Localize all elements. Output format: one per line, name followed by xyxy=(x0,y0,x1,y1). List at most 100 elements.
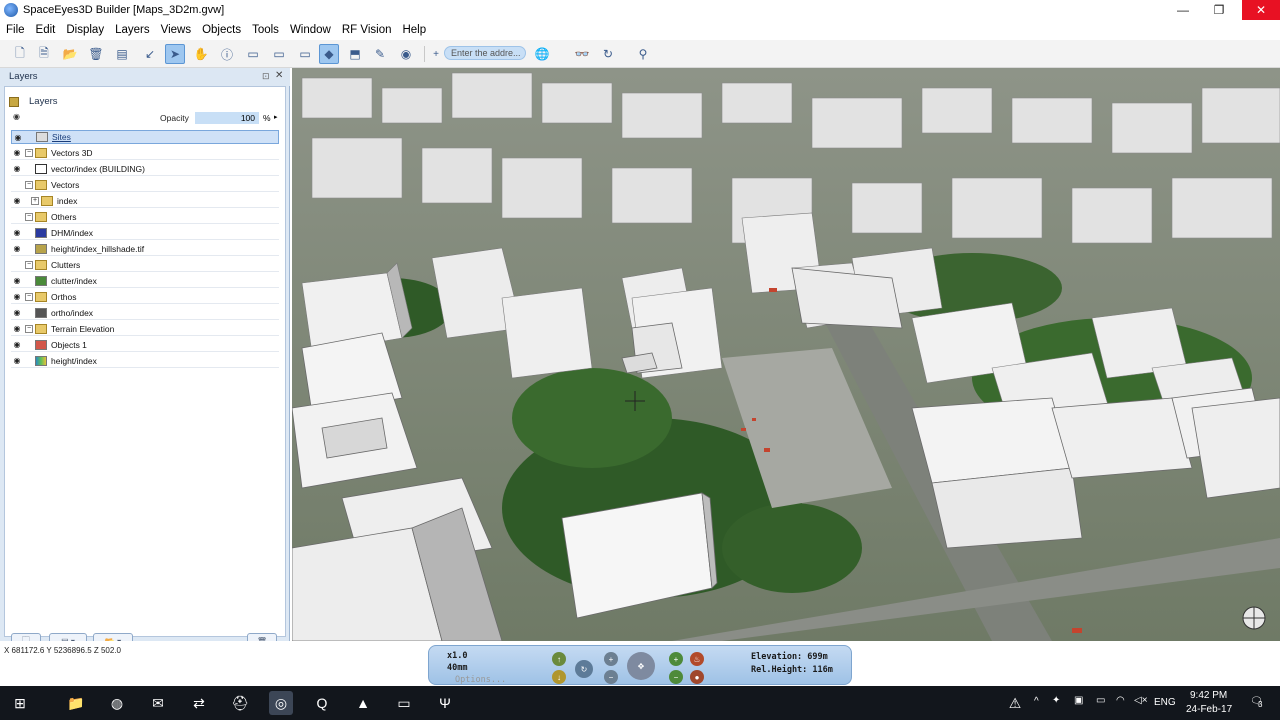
collapse-icon[interactable]: − xyxy=(25,148,33,157)
rotate-down-icon[interactable]: ↓ xyxy=(552,670,566,684)
outlook-icon[interactable]: ✉ xyxy=(146,691,170,715)
view-mode-2-icon[interactable]: ▭ xyxy=(269,44,289,64)
view-mode-3-icon[interactable]: ▭ xyxy=(295,44,315,64)
layer-item-height-index[interactable]: ◉ height/index xyxy=(11,354,279,368)
capture-icon[interactable]: ◉ xyxy=(396,44,416,64)
rotate-up-icon[interactable]: ↑ xyxy=(552,652,566,666)
layer-item-hillshade[interactable]: ◉ height/index_hillshade.tif xyxy=(11,242,279,256)
collapse-icon[interactable]: − xyxy=(25,292,33,301)
collapse-icon[interactable]: − xyxy=(25,180,33,189)
tray-app-icon[interactable]: ▣ xyxy=(1074,695,1083,706)
visibility-eye-icon[interactable]: ◉ xyxy=(11,356,23,365)
visibility-eye-icon[interactable]: ◉ xyxy=(11,164,23,173)
visibility-eye-icon[interactable]: ◉ xyxy=(11,228,23,237)
menu-rf-vision[interactable]: RF Vision xyxy=(342,24,392,36)
app-helmet-icon[interactable]: ⛑ xyxy=(228,691,252,715)
menu-display[interactable]: Display xyxy=(66,24,104,36)
layer-item-dhm[interactable]: ◉ DHM/index xyxy=(11,226,279,240)
view-3d-icon[interactable]: ◆ xyxy=(319,44,339,64)
visibility-eye-icon[interactable]: ◉ xyxy=(11,340,23,349)
window-app-icon[interactable]: ▭ xyxy=(392,691,416,715)
visibility-eye-icon[interactable]: ◉ xyxy=(11,276,23,285)
open-folder-icon[interactable]: 📂 xyxy=(60,44,80,64)
layers-root[interactable]: Layers xyxy=(9,96,58,107)
refresh-icon[interactable]: ↻ xyxy=(598,44,618,64)
zoom-out-icon[interactable]: − xyxy=(604,670,618,684)
pan-hand-icon[interactable]: ✋ xyxy=(191,44,211,64)
tray-chevron-icon[interactable]: ^ xyxy=(1034,696,1039,707)
visibility-eye-icon[interactable]: ◉ xyxy=(11,324,23,333)
visibility-eye-icon[interactable]: ◉ xyxy=(11,244,23,253)
menu-tools[interactable]: Tools xyxy=(252,24,279,36)
visibility-eye-icon[interactable]: ◉ xyxy=(13,112,20,121)
visibility-eye-icon[interactable]: ◉ xyxy=(11,196,23,205)
dropbox-icon[interactable]: ✦ xyxy=(1052,695,1060,706)
trash-icon[interactable]: 🗑 xyxy=(86,44,106,64)
visibility-eye-icon[interactable]: ◉ xyxy=(11,148,23,157)
altitude-up-icon[interactable]: + xyxy=(669,652,683,666)
address-search-input[interactable]: Enter the addre... xyxy=(444,46,526,60)
tilt-icon[interactable]: ↻ xyxy=(575,660,593,678)
layer-item-sites[interactable]: ◉ Sites xyxy=(11,130,279,144)
language-indicator[interactable]: ENG xyxy=(1154,697,1176,708)
opacity-input[interactable]: 100 xyxy=(195,112,259,124)
antenna-icon[interactable]: ⚲ xyxy=(633,44,653,64)
altitude-down-icon[interactable]: − xyxy=(669,670,683,684)
edit-icon[interactable]: ✎ xyxy=(370,44,390,64)
speed-readout[interactable]: x1.0 xyxy=(447,651,467,661)
teamviewer-icon[interactable]: ⇄ xyxy=(187,691,211,715)
add-icon[interactable]: + xyxy=(426,44,446,64)
collapse-icon[interactable]: − xyxy=(25,324,33,333)
menu-edit[interactable]: Edit xyxy=(36,24,56,36)
expand-icon[interactable]: + xyxy=(31,196,39,205)
collapse-icon[interactable]: − xyxy=(25,260,33,269)
opacity-arrow-icon[interactable]: ▸ xyxy=(274,113,278,121)
3d-map-viewport[interactable] xyxy=(292,68,1280,641)
file-explorer-icon[interactable]: 📁 xyxy=(64,691,88,715)
close-button[interactable]: ✕ xyxy=(1242,0,1280,20)
layer-item-clutters[interactable]: − Clutters xyxy=(11,258,279,272)
options-link[interactable]: Options... xyxy=(455,675,506,685)
visibility-eye-icon[interactable]: ◉ xyxy=(12,133,24,142)
menu-file[interactable]: File xyxy=(6,24,25,36)
qgis-icon[interactable]: Q xyxy=(310,691,334,715)
layer-item-ortho-index[interactable]: ◉ ortho/index xyxy=(11,306,279,320)
menu-layers[interactable]: Layers xyxy=(115,24,150,36)
info-icon[interactable]: ⓘ xyxy=(217,44,237,64)
windows-start-icon[interactable]: ⊞ xyxy=(8,691,32,715)
template-icon[interactable]: 🗎 xyxy=(34,44,54,64)
volume-icon[interactable]: ◁× xyxy=(1134,695,1148,706)
move-pad-icon[interactable]: ✥ xyxy=(627,652,655,680)
layer-item-vectors-3d[interactable]: ◉ − Vectors 3D xyxy=(11,146,279,160)
minimize-button[interactable]: — xyxy=(1164,0,1202,20)
fire-icon[interactable]: ♨ xyxy=(690,652,704,666)
clock-date[interactable]: 24-Feb-17 xyxy=(1186,704,1232,715)
zoom-in-icon[interactable]: + xyxy=(604,652,618,666)
network-icon[interactable]: ▭ xyxy=(1096,695,1105,706)
target-icon[interactable]: ● xyxy=(690,670,704,684)
menu-window[interactable]: Window xyxy=(290,24,331,36)
layer-item-orthos[interactable]: ◉ − Orthos xyxy=(11,290,279,304)
maximize-button[interactable]: ❐ xyxy=(1200,0,1238,20)
view-mode-1-icon[interactable]: ▭ xyxy=(243,44,263,64)
binoculars-icon[interactable]: 👓 xyxy=(572,44,592,64)
select-pointer-icon[interactable]: ➤ xyxy=(165,44,185,64)
search-globe-icon[interactable]: 🌐 xyxy=(532,44,552,64)
layer-item-vectors[interactable]: − Vectors xyxy=(11,178,279,192)
notification-app-icon[interactable]: ⚠ xyxy=(1003,691,1027,715)
visibility-eye-icon[interactable]: ◉ xyxy=(11,292,23,301)
focal-length-readout[interactable]: 40mm xyxy=(447,663,467,673)
layer-item-vector-building[interactable]: ◉ vector/index (BUILDING) xyxy=(11,162,279,176)
menu-views[interactable]: Views xyxy=(161,24,191,36)
collapse-icon[interactable]: − xyxy=(25,212,33,221)
visibility-eye-icon[interactable]: ◉ xyxy=(11,308,23,317)
layer-item-clutter-index[interactable]: ◉ clutter/index xyxy=(11,274,279,288)
layer-item-others[interactable]: − Others xyxy=(11,210,279,224)
panel-close-icon[interactable]: ✕ xyxy=(275,70,283,81)
radio-app-icon[interactable]: Ψ xyxy=(433,691,457,715)
menu-help[interactable]: Help xyxy=(402,24,426,36)
chrome-icon[interactable]: ◍ xyxy=(105,691,129,715)
measure-icon[interactable]: ⬒ xyxy=(345,44,365,64)
menu-objects[interactable]: Objects xyxy=(202,24,241,36)
wifi-icon[interactable]: ◠ xyxy=(1116,695,1125,706)
